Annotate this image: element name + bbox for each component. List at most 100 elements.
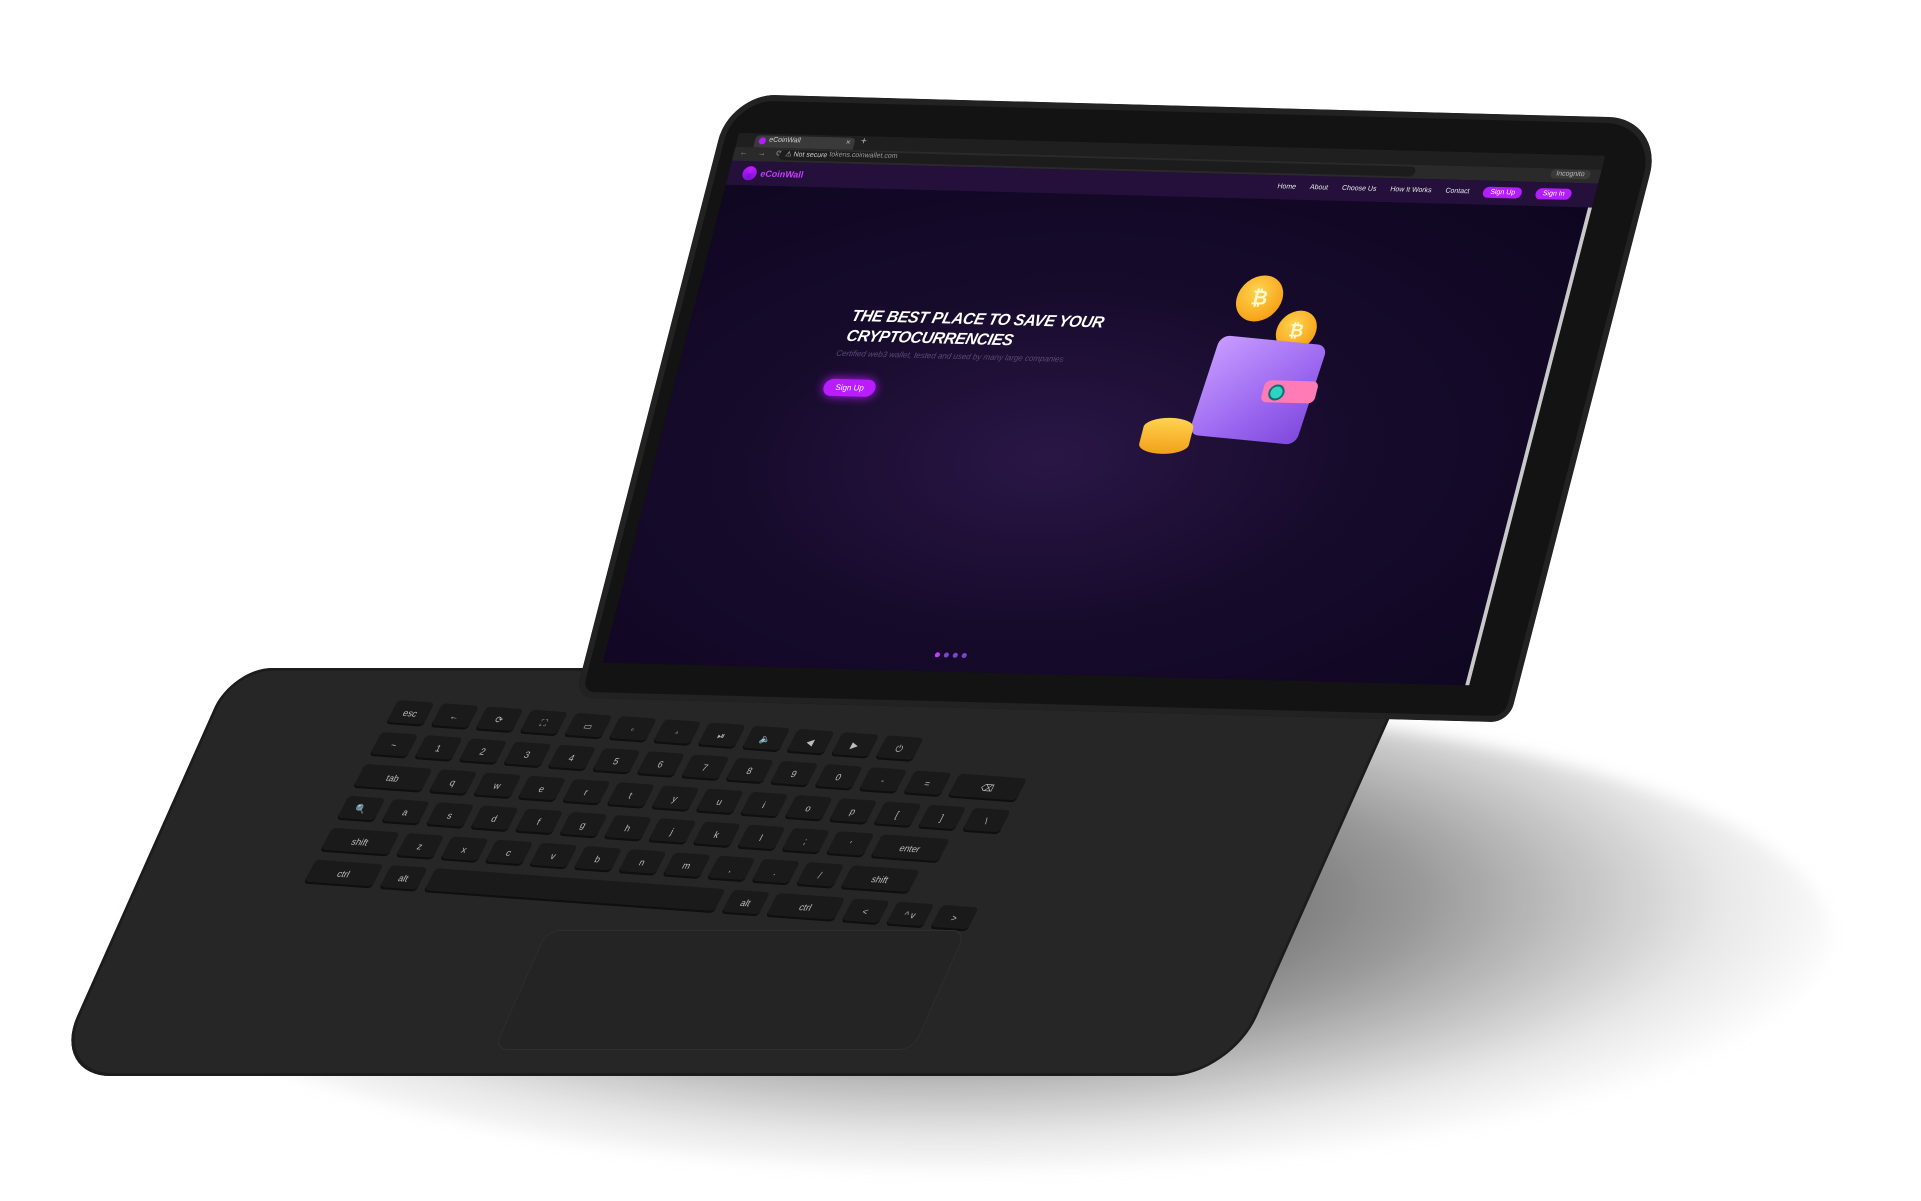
not-secure-indicator[interactable]: ⚠ Not secure: [784, 150, 828, 159]
nav-home[interactable]: Home: [1276, 183, 1296, 190]
keyboard-key[interactable]: t: [606, 782, 656, 809]
site-logo[interactable]: eCoinWall: [740, 166, 805, 182]
keyboard-key[interactable]: x: [439, 836, 489, 863]
keyboard-key[interactable]: s: [425, 802, 475, 829]
keyboard-key[interactable]: m: [662, 852, 712, 879]
keyboard-key[interactable]: 2: [458, 738, 508, 765]
keyboard-key[interactable]: ': [825, 831, 875, 858]
keyboard-key[interactable]: 7: [680, 754, 730, 781]
carousel-dots: [934, 652, 968, 659]
keyboard-key[interactable]: r: [561, 778, 611, 806]
nav-how-it-works[interactable]: How It Works: [1389, 186, 1432, 194]
logo-icon: [740, 166, 759, 181]
keyboard-key[interactable]: c: [484, 839, 534, 867]
keyboard-key[interactable]: q: [428, 769, 478, 796]
coin-stack-icon: [1136, 417, 1196, 455]
keyboard-key[interactable]: 1: [413, 735, 463, 762]
nav-contact[interactable]: Contact: [1444, 188, 1470, 196]
keyboard-key[interactable]: u: [694, 788, 744, 816]
keyboard-key[interactable]: k: [692, 821, 742, 849]
carousel-dot[interactable]: [952, 652, 959, 658]
keyboard-key[interactable]: >: [929, 904, 979, 932]
bitcoin-icon: ₿: [1230, 274, 1289, 323]
keyboard-key[interactable]: w: [472, 772, 522, 800]
wallet-clasp: [1259, 380, 1320, 404]
keyboard-key[interactable]: shift: [319, 827, 400, 857]
keyboard-key[interactable]: -: [858, 767, 908, 794]
keyboard-key[interactable]: j: [647, 818, 697, 845]
keyboard-key[interactable]: l: [736, 824, 786, 852]
carousel-dot[interactable]: [961, 652, 968, 659]
keyboard-key[interactable]: d: [469, 805, 519, 832]
laptop-screen: eCoinWall × + ← → ⟳ ⚠ Not secure tokens.…: [602, 132, 1606, 686]
keyboard-key[interactable]: 🔈: [741, 725, 791, 753]
keyboard-key[interactable]: ⏯: [696, 722, 746, 750]
keyboard-key[interactable]: ⟳: [474, 706, 524, 734]
keyboard-key[interactable]: 6: [635, 751, 686, 778]
keyboard-key[interactable]: i: [739, 791, 789, 819]
keyboard-key[interactable]: /: [795, 862, 845, 889]
hero-signup-button[interactable]: Sign Up: [821, 378, 878, 397]
keyboard-key[interactable]: <: [840, 898, 890, 925]
trackpad[interactable]: [493, 930, 967, 1050]
keyboard-key[interactable]: p: [828, 798, 878, 825]
nav-choose-us[interactable]: Choose Us: [1341, 185, 1377, 193]
keyboard-key[interactable]: shift: [839, 865, 920, 895]
keyboard-key[interactable]: ⛶: [519, 709, 569, 737]
keyboard-key[interactable]: ←: [430, 703, 480, 730]
close-tab-icon[interactable]: ×: [845, 138, 852, 147]
keyboard-key[interactable]: 8: [724, 757, 774, 785]
incognito-badge[interactable]: Incognito: [1549, 169, 1592, 180]
keyboard-key[interactable]: a: [380, 798, 430, 826]
keyboard-key[interactable]: .: [750, 858, 801, 886]
keyboard-key[interactable]: ◦: [652, 719, 702, 746]
keyboard-key[interactable]: ◀: [785, 728, 835, 756]
new-tab-button[interactable]: +: [859, 136, 868, 147]
keyboard-key[interactable]: 0: [813, 764, 863, 791]
carousel-dot[interactable]: [943, 652, 950, 658]
keyboard-key[interactable]: enter: [869, 834, 950, 864]
keyboard-key[interactable]: ⌫: [947, 773, 1028, 803]
keyboard-key[interactable]: \: [961, 807, 1011, 835]
keyboard-key[interactable]: ]: [917, 804, 967, 832]
keyboard-key[interactable]: ^ v: [885, 901, 935, 929]
keyboard-key[interactable]: e: [517, 775, 567, 803]
keyboard-key[interactable]: n: [617, 849, 667, 876]
keyboard-key[interactable]: 5: [591, 747, 641, 775]
signup-button[interactable]: Sign Up: [1481, 186, 1524, 199]
keyboard-key[interactable]: alt: [720, 889, 771, 917]
keyboard-key[interactable]: ▶: [830, 732, 880, 759]
url-text[interactable]: tokens.coinwallet.com: [828, 151, 898, 160]
keyboard-key[interactable]: z: [395, 833, 445, 860]
keyboard-key[interactable]: alt: [378, 865, 428, 892]
nav-about[interactable]: About: [1309, 184, 1329, 191]
keyboard-key[interactable]: o: [783, 794, 833, 822]
keyboard-key[interactable]: h: [603, 815, 653, 842]
keyboard-key[interactable]: ,: [706, 855, 756, 883]
keyboard-key[interactable]: ◦: [607, 716, 658, 743]
keyboard-key[interactable]: v: [528, 842, 578, 870]
keyboard-key[interactable]: ⏻: [874, 735, 924, 762]
keyboard-key[interactable]: y: [650, 785, 700, 812]
hero-section: THE BEST PLACE TO SAVE YOUR CRYPTOCURREN…: [602, 184, 1593, 686]
keyboard-key[interactable]: g: [558, 811, 608, 839]
keyboard-key[interactable]: ;: [780, 827, 830, 855]
keyboard-key[interactable]: b: [573, 845, 623, 873]
keyboard-key[interactable]: 3: [502, 741, 552, 769]
carousel-dot[interactable]: [934, 652, 941, 658]
favicon-icon: [758, 137, 767, 145]
keyboard-key[interactable]: 4: [547, 744, 597, 772]
hero-title: THE BEST PLACE TO SAVE YOUR CRYPTOCURREN…: [844, 307, 1106, 350]
keyboard-key[interactable]: 9: [769, 760, 819, 788]
signin-button[interactable]: Sign In: [1534, 188, 1573, 200]
keyboard-key[interactable]: f: [514, 808, 564, 836]
keyboard-key[interactable]: [: [872, 801, 922, 828]
keyboard-key[interactable]: ctrl: [765, 892, 846, 922]
wallet-illustration: ₿ ₿: [1123, 267, 1413, 473]
tab-title: eCoinWall: [768, 136, 802, 145]
keyboard-key[interactable]: =: [902, 770, 952, 798]
keyboard-key[interactable]: ▭: [563, 712, 613, 740]
keyboard-key[interactable]: tab: [352, 763, 433, 793]
keyboard-key[interactable]: ctrl: [303, 859, 384, 889]
logo-text: eCoinWall: [759, 168, 805, 180]
